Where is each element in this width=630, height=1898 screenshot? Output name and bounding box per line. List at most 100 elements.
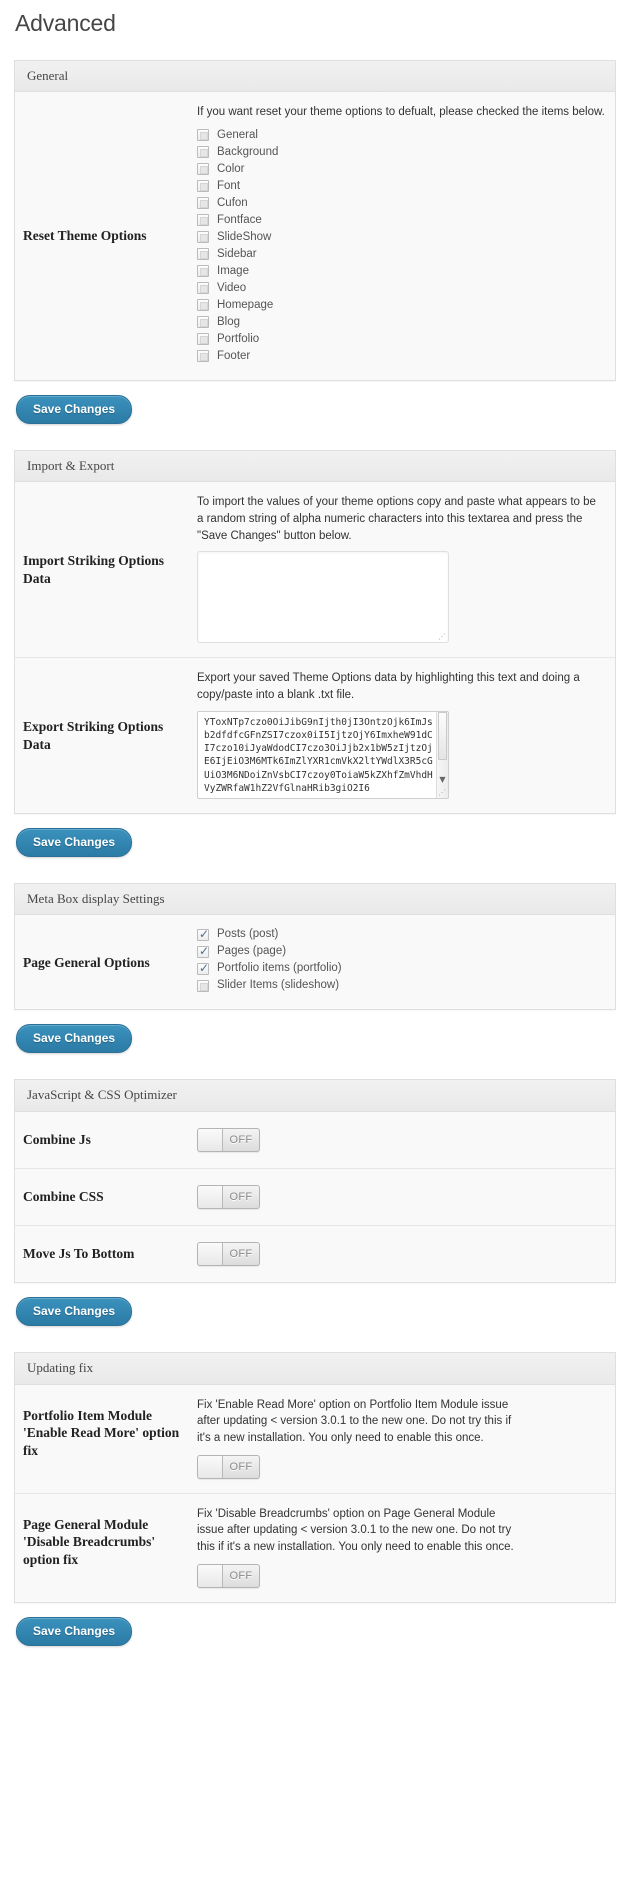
row-export-data: Export Striking Options Data Export your… [15,658,615,812]
toggle-state-label: OFF [229,1460,253,1473]
checkbox-icon[interactable] [197,163,209,176]
optimizer-row-label: Combine Js [23,1132,91,1148]
optimizer-row: Combine CSS OFF [15,1169,615,1226]
export-data-textarea[interactable]: YToxNTp7czo0OiJibG9nIjth0jI3OntzOjk6ImJs… [197,710,449,799]
checkbox-icon[interactable] [197,180,209,193]
toggle-state-label: OFF [229,1134,253,1146]
save-changes-button-optimizer[interactable]: Save Changes [16,1297,133,1326]
save-changes-button-meta-box[interactable]: Save Changes [16,1024,133,1054]
toggle-state-label: OFF [229,1191,253,1203]
list-item[interactable]: General [197,128,605,143]
list-item[interactable]: Image [197,264,605,279]
save-wrap-meta-box: Save Changes [14,1010,616,1079]
resize-grip-icon[interactable]: ⋰ [437,788,447,798]
scroll-down-arrow-icon[interactable]: ▼ [437,775,448,784]
toggle-switch[interactable]: OFF [197,1128,260,1152]
checkbox-icon[interactable] [197,214,209,227]
check-icon: ✓ [199,926,210,941]
checkbox-icon[interactable] [197,979,209,992]
checkbox-icon[interactable] [197,265,209,278]
updating-fix-row-field: Fix 'Disable Breadcrumbs' option on Page… [197,1494,615,1602]
checkbox-label: Image [217,264,249,277]
checkbox-icon[interactable] [197,197,209,210]
optimizer-row-label: Combine CSS [23,1189,104,1205]
toggle-switch[interactable]: OFF [197,1563,260,1588]
list-item[interactable]: Footer [197,349,605,364]
checkbox-label: Font [217,179,241,192]
row-page-general-options: Page General Options ✓ Posts (post) ✓ Pages… [15,915,615,1009]
import-textarea-wrap: ⋰ [197,551,449,644]
toggle-knob[interactable] [198,1564,223,1587]
list-item[interactable]: Blog [197,315,605,330]
optimizer-row-field: OFF [197,1226,615,1282]
check-icon: ✓ [199,943,210,958]
field-import-data: To import the values of your theme optio… [197,482,615,657]
list-item[interactable]: ✓ Portfolio items (portfolio) [197,961,605,976]
panel-updating-fix-heading: Updating fix [15,1353,615,1385]
export-textarea-wrap: YToxNTp7czo0OiJibG9nIjth0jI3OntzOjk6ImJs… [197,710,449,799]
checkbox-label: Pages (page) [217,945,287,958]
panel-import-export-heading: Import & Export [15,450,615,483]
optimizer-row: Combine Js OFF [15,1112,615,1169]
export-textarea-scrollbar[interactable]: ▼ [436,711,448,798]
resize-grip-icon[interactable]: ⋰ [437,632,447,642]
list-item[interactable]: Homepage [197,298,605,313]
list-item[interactable]: ✓ Posts (post) [197,927,605,942]
checkbox-icon[interactable] [197,316,209,329]
toggle-knob[interactable] [198,1186,223,1208]
updating-fix-row-label: Portfolio Item Module 'Enable Read More'… [23,1407,180,1458]
checkbox-icon[interactable] [197,350,209,363]
updating-fix-row: Page General Module 'Disable Breadcrumbs… [15,1494,615,1602]
checkbox-label: SlideShow [217,230,272,243]
list-item[interactable]: Background [197,145,605,160]
page-title: Advanced [15,10,116,36]
list-item[interactable]: Slider Items (slideshow) [197,978,605,993]
checkbox-icon[interactable] [197,146,209,159]
panel-meta-box-body: Page General Options ✓ Posts (post) ✓ Pages… [15,915,615,1009]
toggle-switch[interactable]: OFF [197,1454,260,1479]
scrollbar-thumb[interactable] [438,711,447,760]
panel-meta-box: Meta Box display Settings Page General O… [14,882,616,1011]
panel-optimizer-heading: JavaScript & CSS Optimizer [15,1080,615,1112]
checkbox-icon[interactable] [197,129,209,142]
checkbox-icon[interactable] [197,231,209,244]
field-export-data: Export your saved Theme Options data by … [197,658,615,812]
toggle-knob[interactable] [198,1243,223,1265]
checkbox-icon[interactable] [197,333,209,346]
panel-updating-fix-body: Portfolio Item Module 'Enable Read More'… [15,1385,615,1602]
panel-js-css-optimizer: JavaScript & CSS Optimizer Combine Js OFF… [14,1079,616,1283]
list-item[interactable]: Portfolio [197,332,605,347]
export-description: Export your saved Theme Options data by … [197,672,580,702]
list-item[interactable]: Sidebar [197,247,605,262]
list-item[interactable]: SlideShow [197,230,605,245]
toggle-knob[interactable] [198,1129,223,1151]
checkbox-label: Sidebar [217,247,257,260]
checkbox-icon[interactable] [197,299,209,312]
list-item[interactable]: Fontface [197,213,605,228]
list-item[interactable]: ✓ Pages (page) [197,944,605,959]
row-import-data: Import Striking Options Data To import t… [15,482,615,659]
toggle-switch[interactable]: OFF [197,1185,260,1209]
checkbox-label: Portfolio [217,332,260,345]
save-wrap-optimizer: Save Changes [14,1283,616,1352]
row-label-reset-theme-options: Reset Theme Options [23,228,147,244]
checkbox-checked-icon[interactable]: ✓ [197,961,209,975]
list-item[interactable]: Color [197,162,605,177]
toggle-knob[interactable] [198,1455,223,1478]
updating-fix-row: Portfolio Item Module 'Enable Read More'… [15,1385,615,1494]
panel-import-export: Import & Export Import Striking Options … [14,449,616,814]
checkbox-checked-icon[interactable]: ✓ [197,926,210,941]
import-data-textarea[interactable] [197,551,449,644]
list-item[interactable]: Video [197,281,605,296]
row-label-page-general-options: Page General Options [23,954,150,970]
save-changes-button-general[interactable]: Save Changes [16,394,133,424]
optimizer-row: Move Js To Bottom OFF [15,1226,615,1282]
list-item[interactable]: Font [197,179,605,194]
checkbox-icon[interactable] [197,282,209,295]
list-item[interactable]: Cufon [197,196,605,211]
save-changes-button-updating-fix[interactable]: Save Changes [16,1616,133,1646]
checkbox-checked-icon[interactable]: ✓ [197,943,210,958]
toggle-switch[interactable]: OFF [197,1242,260,1266]
save-changes-button-import-export[interactable]: Save Changes [16,827,133,857]
checkbox-icon[interactable] [197,248,209,261]
